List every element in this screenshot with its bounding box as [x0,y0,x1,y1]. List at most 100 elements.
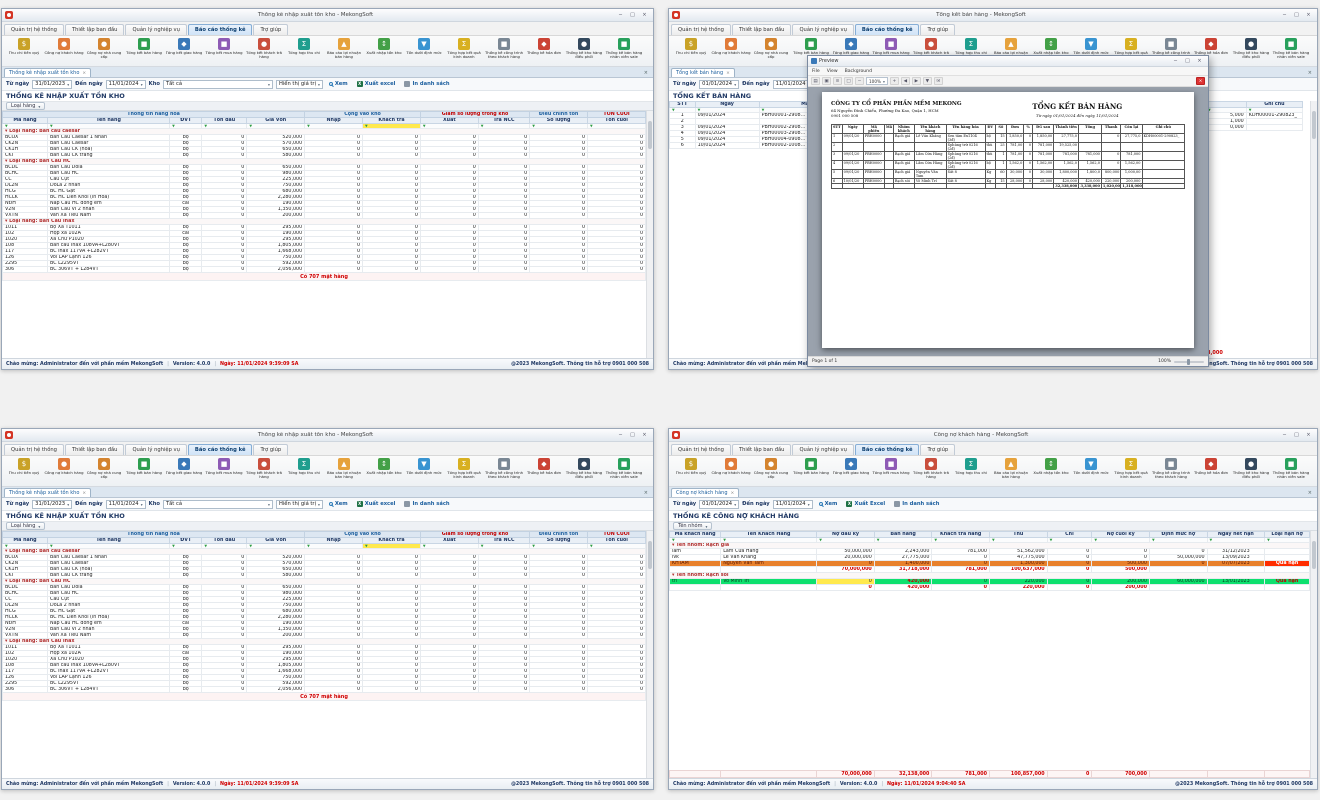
dispatch-stats-button[interactable]: ●Thống kê kho hàng điều phối [564,457,604,480]
low-stock-button[interactable]: ▼Tồn dưới định mức [404,37,444,60]
menu-tab-1[interactable]: Quản trị hệ thống [4,444,64,455]
minimize-button[interactable]: ─ [615,431,626,440]
from-date-input[interactable]: 31/01/2023▾ [32,500,72,509]
titlebar[interactable]: Công nợ khách hàng - MekongSoft ─ □ × [669,429,1317,442]
print-button[interactable]: In danh sách [891,501,942,507]
column-header[interactable]: Khách trả hàng [932,532,990,538]
project-stats-button[interactable]: ■Thống kê công trình theo khách hàng [484,37,524,60]
doc-tab-sales[interactable]: Tổng kết bán hàng × [671,68,735,77]
close-tab-icon[interactable]: × [726,71,730,76]
zoom-slider[interactable] [1174,361,1204,363]
menu-tab-4[interactable]: Báo cáo thống kê [855,444,920,455]
minimize-button[interactable]: ─ [1279,11,1290,20]
from-date-input[interactable]: 01/01/2024▾ [699,80,739,89]
vertical-scrollbar[interactable] [646,111,653,358]
cash-book-button[interactable]: $Thu chi tiền quỹ [4,457,44,480]
cash-book-button[interactable]: $Thu chi tiền quỹ [671,457,711,480]
customer-debt-button[interactable]: ●Công nợ khách hàng [711,457,751,480]
project-stats-button[interactable]: ■Thống kê công trình theo khách hàng [484,457,524,480]
menu-tab-5[interactable]: Trợ giúp [920,444,955,455]
menu-tab-3[interactable]: Quản lý nghiệp vụ [125,444,186,455]
page-setup-icon[interactable]: □ [844,77,853,85]
warehouse-select[interactable]: Tất cả▾ [163,80,273,89]
menu-tab-5[interactable]: Trợ giúp [253,24,288,35]
zoom-in-icon[interactable]: + [890,77,899,85]
delivery-summary-button[interactable]: ◆Tổng kết giao hàng [164,37,204,60]
vertical-scrollbar[interactable] [1310,531,1317,778]
export-excel-button[interactable]: XXuất excel [354,501,399,507]
supplier-debt-button[interactable]: ●Công nợ nhà cung cấp [751,457,791,480]
export-icon[interactable]: ▼ [923,77,932,85]
export-excel-button[interactable]: XXuất Excel [843,501,888,507]
customer-returns-button[interactable]: ●Tổng kết khách trả hàng [244,457,284,480]
project-stats-button[interactable]: ■Thống kê công trình theo khách hàng [1151,457,1191,480]
maximize-button[interactable]: □ [627,431,638,440]
group-by-chip[interactable]: Loại hàng▾ [6,102,45,110]
customer-returns-button[interactable]: ●Tổng kết khách trả hàng [244,37,284,60]
column-header[interactable]: Mã khách hàng [670,532,721,538]
customer-debt-button[interactable]: ●Công nợ khách hàng [44,37,84,60]
export-excel-button[interactable]: XXuất excel [354,81,399,87]
dispatch-stats-button[interactable]: ●Thống kê kho hàng điều phối [1231,37,1271,60]
display-mode-select[interactable]: Hiển thị giá trị▾ [276,80,323,89]
close-button[interactable]: × [1194,57,1205,66]
maximize-button[interactable]: □ [1291,431,1302,440]
close-button[interactable]: × [639,11,650,20]
invoice-stats-button[interactable]: ◆Thống kê hóa đơn [524,37,564,60]
to-date-input[interactable]: 11/01/2024▾ [106,500,146,509]
dispatch-stats-button[interactable]: ●Thống kê kho hàng điều phối [564,37,604,60]
cash-book-button[interactable]: $Thu chi tiền quỹ [671,37,711,60]
preview-menu-view[interactable]: View [827,69,838,74]
menu-tab-1[interactable]: Quản trị hệ thống [671,444,731,455]
salesman-stats-button[interactable]: ■Thống kê bán hàng nhân viên sale [1271,37,1311,60]
purchase-summary-button[interactable]: ■Tổng kết mua hàng [871,457,911,480]
menu-tab-3[interactable]: Quản lý nghiệp vụ [125,24,186,35]
cash-book-button[interactable]: $Thu chi tiền quỹ [4,37,44,60]
zoom-select[interactable]: 100%▾ [866,77,888,85]
low-stock-button[interactable]: ▼Tồn dưới định mức [404,457,444,480]
salesman-stats-button[interactable]: ■Thống kê bán hàng nhân viên sale [1271,457,1311,480]
salesman-stats-button[interactable]: ■Thống kê bán hàng nhân viên sale [604,457,644,480]
email-icon[interactable]: ✉ [934,77,943,85]
menu-tab-4[interactable]: Báo cáo thống kê [188,444,253,455]
doc-tab-inventory[interactable]: Thống kê nhập xuất tồn kho × [4,68,91,77]
sales-summary-button[interactable]: ■Tổng kết bán hàng [124,457,164,480]
business-result-button[interactable]: ΣTổng hợp kết quả kinh doanh [1111,457,1151,480]
menu-tab-4[interactable]: Báo cáo thống kê [188,24,253,35]
to-date-input[interactable]: 11/01/2024▾ [106,80,146,89]
sales-summary-button[interactable]: ■Tổng kết bán hàng [791,457,831,480]
supplier-debt-button[interactable]: ●Công nợ nhà cung cấp [751,37,791,60]
document-icon[interactable]: ▤ [811,77,820,85]
inventory-flow-button[interactable]: ↕Xuất nhập tồn kho [364,457,404,480]
customer-returns-button[interactable]: ●Tổng kết khách trả hàng [911,457,951,480]
maximize-button[interactable]: □ [627,11,638,20]
doc-tab-inventory[interactable]: Thống kê nhập xuất tồn kho × [4,488,91,497]
menu-tab-5[interactable]: Trợ giúp [253,444,288,455]
menu-tab-1[interactable]: Quản trị hệ thống [671,24,731,35]
low-stock-button[interactable]: ▼Tồn dưới định mức [1071,457,1111,480]
customer-debt-button[interactable]: ●Công nợ khách hàng [711,37,751,60]
menu-tab-3[interactable]: Quản lý nghiệp vụ [792,444,853,455]
preview-menu-file[interactable]: File [812,69,820,74]
print-button[interactable]: In danh sách [401,501,452,507]
menu-tab-2[interactable]: Thiết lập ban đầu [65,444,125,455]
from-date-input[interactable]: 01/01/2024▾ [699,500,739,509]
view-button[interactable]: Xem [816,501,841,507]
income-expense-button[interactable]: ΣTổng hợp thu chi [284,457,324,480]
income-expense-button[interactable]: ΣTổng hợp thu chi [951,457,991,480]
titlebar[interactable]: Tổng kết bán hàng - MekongSoft ─ □ × [669,9,1317,22]
vertical-scrollbar[interactable] [646,531,653,778]
maximize-button[interactable]: □ [1291,11,1302,20]
salesman-stats-button[interactable]: ■Thống kê bán hàng nhân viên sale [604,37,644,60]
invoice-stats-button[interactable]: ◆Thống kê hóa đơn [1191,457,1231,480]
warehouse-select[interactable]: Tất cả▾ [163,500,273,509]
profit-report-button[interactable]: ▲Báo cáo lợi nhuận bán hàng [324,457,364,480]
group-by-chip[interactable]: Loại hàng▾ [6,522,45,530]
menu-tab-2[interactable]: Thiết lập ban đầu [65,24,125,35]
menu-tab-2[interactable]: Thiết lập ban đầu [732,444,792,455]
from-date-input[interactable]: 31/01/2023▾ [32,80,72,89]
close-button[interactable]: × [639,431,650,440]
invoice-stats-button[interactable]: ◆Thống kê hóa đơn [524,457,564,480]
prev-page-icon[interactable]: ◀ [901,77,910,85]
close-all-tabs-icon[interactable]: × [1305,490,1315,497]
